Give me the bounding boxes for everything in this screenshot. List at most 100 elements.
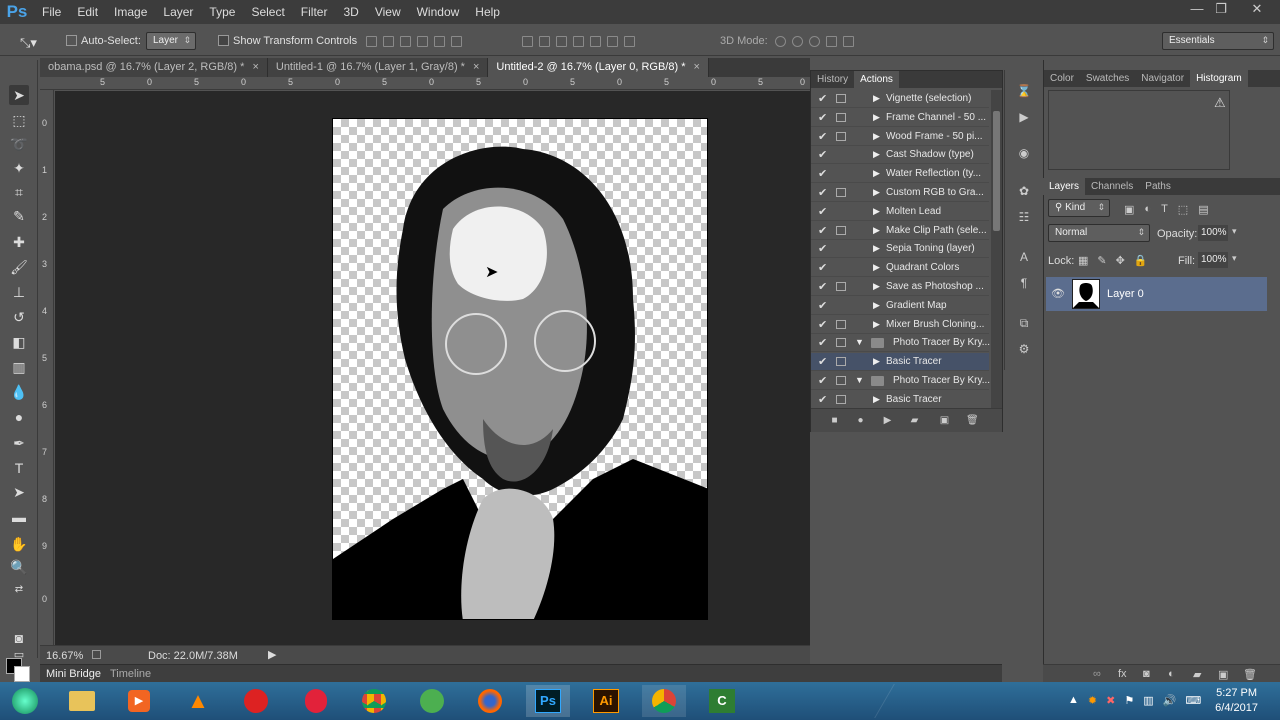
action-toggle-check-icon[interactable]: ✔ bbox=[818, 224, 827, 237]
tab-paths[interactable]: Paths bbox=[1139, 178, 1177, 195]
actions-scroll-thumb[interactable] bbox=[993, 111, 1000, 231]
action-row[interactable]: ✔ ▶ Sepia Toning (layer) bbox=[811, 240, 989, 259]
tab-layers[interactable]: Layers bbox=[1043, 178, 1086, 195]
action-toggle-check-icon[interactable]: ✔ bbox=[818, 167, 827, 180]
system-tray[interactable]: ▲ ✹ ✖ ⚑ ▥ 🔊 ⌨ bbox=[1068, 694, 1201, 707]
expand-arrow-icon[interactable]: ▶ bbox=[873, 262, 880, 273]
action-row[interactable]: ✔ ▶ Gradient Map bbox=[811, 297, 989, 315]
tab-color[interactable]: Color bbox=[1044, 70, 1080, 87]
stop-icon[interactable]: ■ bbox=[829, 415, 840, 426]
chrome-window-icon[interactable] bbox=[642, 685, 686, 717]
new-set-icon[interactable]: ▰ bbox=[909, 415, 920, 426]
layer-filter-icons[interactable]: ▣ ◐ T ⬚ ▤ bbox=[1124, 203, 1209, 216]
expand-arrow-icon[interactable]: ▶ bbox=[873, 319, 880, 330]
photoshop-taskbar-icon[interactable]: Ps bbox=[526, 685, 570, 717]
chrome-icon[interactable] bbox=[352, 685, 396, 717]
tab-timeline[interactable]: Timeline bbox=[110, 668, 151, 680]
blur-tool-icon[interactable]: 💧 bbox=[9, 382, 29, 402]
auto-select-dropdown[interactable]: Layer bbox=[146, 32, 196, 50]
close-button[interactable]: ✕ bbox=[1240, 0, 1274, 20]
start-button[interactable] bbox=[2, 685, 48, 717]
camtasia-icon[interactable]: C bbox=[700, 685, 744, 717]
menu-image[interactable]: Image bbox=[106, 0, 155, 24]
trash-icon[interactable]: 🗑 bbox=[966, 415, 979, 426]
expand-arrow-icon[interactable]: ▶ bbox=[873, 300, 880, 311]
file-explorer-icon[interactable] bbox=[60, 685, 104, 717]
menu-select[interactable]: Select bbox=[243, 0, 292, 24]
move-tool-icon[interactable]: ⤡▾ bbox=[20, 35, 37, 51]
action-toggle-check-icon[interactable]: ✔ bbox=[818, 186, 827, 199]
history-panel-icon[interactable]: ⌛ bbox=[1015, 84, 1033, 102]
expand-arrow-icon[interactable]: ▶ bbox=[873, 225, 880, 236]
layer-row[interactable]: 👁 Layer 0 bbox=[1046, 277, 1267, 311]
zoom-tool-icon[interactable]: 🔍 bbox=[9, 557, 29, 577]
action-toggle-check-icon[interactable]: ✔ bbox=[818, 148, 827, 161]
magic-wand-icon[interactable]: ✦ bbox=[9, 158, 29, 178]
adjust-panel-icon[interactable]: ☷ bbox=[1015, 210, 1033, 228]
new-action-icon[interactable]: ▣ bbox=[939, 415, 950, 426]
eraser-icon[interactable]: ◧ bbox=[9, 332, 29, 352]
record-icon[interactable]: ● bbox=[855, 415, 866, 426]
expand-arrow-icon[interactable]: ▶ bbox=[873, 281, 880, 292]
dialog-toggle-icon[interactable] bbox=[836, 188, 846, 197]
path-selection-icon[interactable]: ➤ bbox=[9, 482, 29, 502]
tab-navigator[interactable]: Navigator bbox=[1135, 70, 1190, 87]
history-brush-icon[interactable]: ↺ bbox=[9, 307, 29, 327]
menu-file[interactable]: File bbox=[34, 0, 69, 24]
fill-dropdown-icon[interactable]: ▾ bbox=[1232, 253, 1237, 264]
expand-arrow-icon[interactable]: ▶ bbox=[873, 243, 880, 254]
action-row[interactable]: ✔ ▶ Cast Shadow (type) bbox=[811, 146, 989, 165]
tab-obama[interactable]: obama.psd @ 16.7% (Layer 2, RGB/8) * × bbox=[40, 58, 268, 77]
action-toggle-check-icon[interactable]: ✔ bbox=[818, 355, 827, 368]
collapse-arrow-icon[interactable]: ▼ bbox=[855, 375, 864, 385]
tab-close-icon[interactable]: × bbox=[252, 61, 258, 73]
dialog-toggle-icon[interactable] bbox=[836, 357, 846, 367]
visibility-eye-icon[interactable]: 👁 bbox=[1051, 287, 1065, 300]
action-row[interactable]: ✔ ▶ Basic Tracer bbox=[811, 391, 989, 409]
dialog-toggle-icon[interactable] bbox=[836, 282, 846, 291]
action-row[interactable]: ✔ ▶ Water Reflection (ty... bbox=[811, 165, 989, 184]
eyedropper-icon[interactable]: ✎ bbox=[9, 206, 29, 226]
menu-type[interactable]: Type bbox=[201, 0, 243, 24]
dialog-toggle-icon[interactable] bbox=[836, 94, 846, 103]
distribute-icons[interactable] bbox=[522, 36, 635, 48]
brush-panel-icon[interactable]: ✿ bbox=[1015, 184, 1033, 202]
dialog-toggle-icon[interactable] bbox=[836, 225, 846, 235]
downloader-icon[interactable] bbox=[234, 685, 278, 717]
dialog-toggle-icon[interactable] bbox=[836, 131, 846, 141]
menu-window[interactable]: Window bbox=[409, 0, 468, 24]
tab-untitled-2[interactable]: Untitled-2 @ 16.7% (Layer 0, RGB/8) * × bbox=[488, 58, 709, 77]
delete-layer-icon[interactable]: 🗑 bbox=[1243, 668, 1257, 681]
menu-3d[interactable]: 3D bbox=[335, 0, 366, 24]
adjustment-layer-icon[interactable]: ◐ bbox=[1168, 668, 1175, 680]
action-row[interactable]: ✔ ▶ Vignette (selection) bbox=[811, 90, 989, 108]
tab-mini-bridge[interactable]: Mini Bridge bbox=[46, 668, 101, 680]
tab-actions[interactable]: Actions bbox=[854, 71, 899, 88]
marquee-tool-icon[interactable]: ⬚ bbox=[9, 110, 29, 130]
tool-presets-icon[interactable]: ⚙ bbox=[1015, 342, 1033, 360]
camera-panel-icon[interactable]: ◉ bbox=[1015, 146, 1033, 164]
screen-mode-icon[interactable]: ▭ bbox=[9, 645, 29, 665]
add-mask-icon[interactable]: ◙ bbox=[1143, 668, 1150, 680]
new-layer-icon[interactable]: ▣ bbox=[1218, 668, 1228, 681]
green-app-icon[interactable] bbox=[410, 685, 454, 717]
action-set-row[interactable]: ✔ ▼ Photo Tracer By Kry... bbox=[811, 334, 990, 353]
crop-tool-icon[interactable]: ⌗ bbox=[9, 182, 29, 202]
tab-histogram[interactable]: Histogram bbox=[1190, 70, 1248, 87]
firefox-icon[interactable] bbox=[468, 685, 512, 717]
action-toggle-check-icon[interactable]: ✔ bbox=[818, 280, 827, 293]
vlc-icon[interactable]: ▲ bbox=[176, 685, 220, 717]
blend-mode-dropdown[interactable]: Normal bbox=[1048, 224, 1150, 242]
opacity-dropdown-icon[interactable]: ▾ bbox=[1232, 226, 1237, 237]
action-toggle-check-icon[interactable]: ✔ bbox=[818, 111, 827, 124]
status-menu-arrow-icon[interactable]: ▶ bbox=[268, 648, 276, 661]
new-group-icon[interactable]: ▰ bbox=[1193, 668, 1201, 681]
action-row[interactable]: ✔ ▶ Mixer Brush Cloning... bbox=[811, 316, 989, 334]
expand-arrow-icon[interactable]: ▶ bbox=[873, 356, 880, 367]
dialog-toggle-icon[interactable] bbox=[836, 376, 846, 385]
pen-tool-icon[interactable]: ✒ bbox=[9, 433, 29, 453]
actions-panel-icon[interactable]: ▶ bbox=[1015, 110, 1033, 128]
workspace-dropdown[interactable]: Essentials bbox=[1162, 32, 1274, 50]
menu-layer[interactable]: Layer bbox=[155, 0, 201, 24]
action-toggle-check-icon[interactable]: ✔ bbox=[818, 374, 827, 387]
